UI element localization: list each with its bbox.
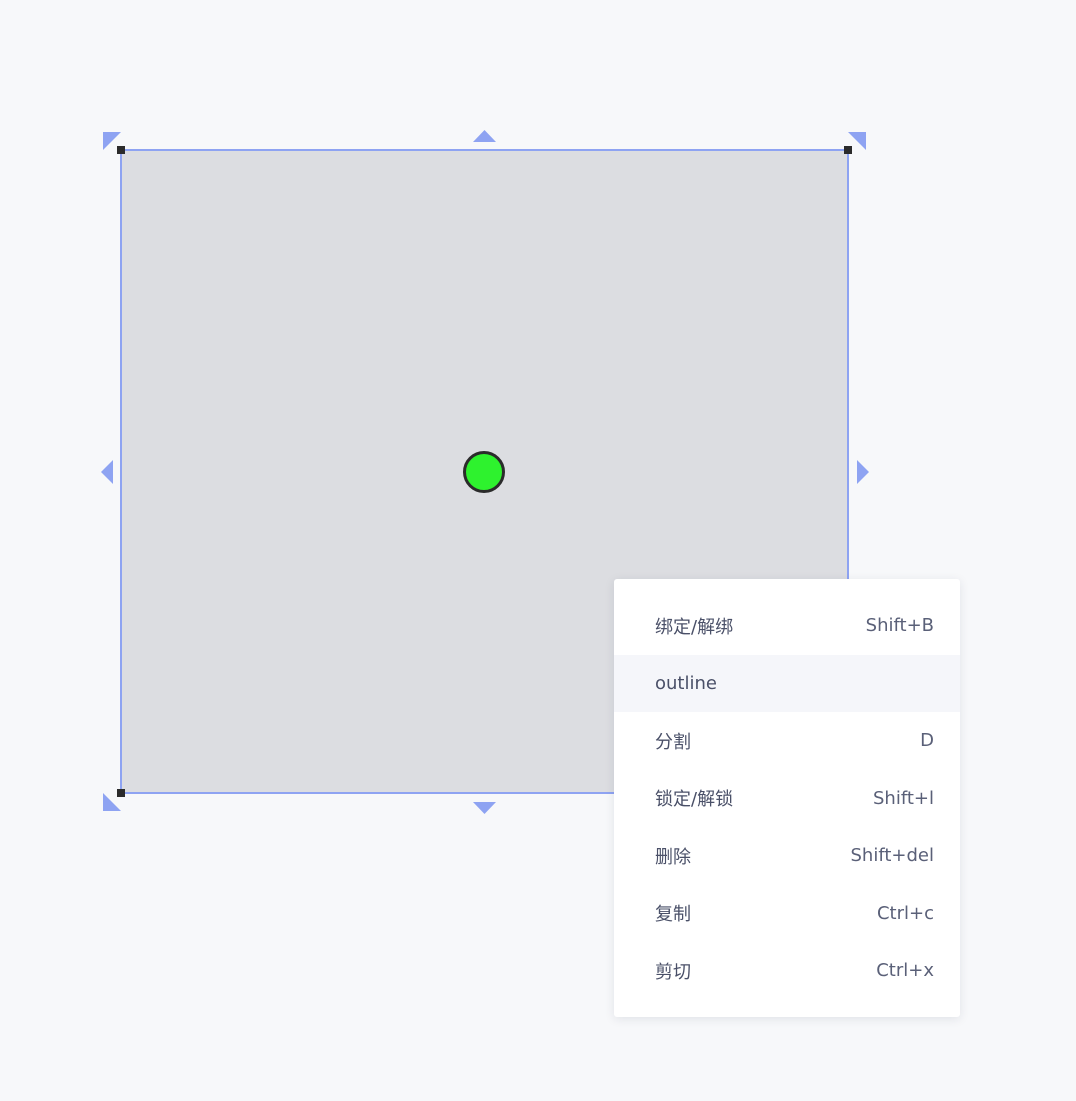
menu-item-shortcut: Shift+l (873, 787, 934, 809)
menu-item-label: 剪切 (655, 961, 691, 983)
corner-handle-top-right-icon[interactable] (844, 146, 852, 154)
menu-item-shortcut: Ctrl+x (876, 960, 934, 982)
menu-item-shortcut: Shift+del (850, 845, 935, 867)
resize-bottom-icon[interactable] (473, 802, 496, 814)
menu-item-lock-unlock[interactable]: 锁定/解锁 Shift+l (614, 770, 960, 828)
menu-item-label: 锁定/解锁 (655, 789, 734, 811)
menu-item-label: outline (655, 672, 717, 694)
menu-item-shortcut: Shift+B (865, 615, 934, 637)
corner-handle-bottom-left-icon[interactable] (117, 789, 125, 797)
resize-top-icon[interactable] (473, 130, 496, 142)
menu-item-shortcut: Ctrl+c (876, 902, 934, 924)
center-anchor-icon[interactable] (463, 451, 505, 493)
menu-item-label: 分割 (655, 731, 691, 753)
menu-item-shortcut: D (920, 730, 934, 752)
corner-handle-top-left-icon[interactable] (117, 146, 125, 154)
menu-item-label: 绑定/解绑 (655, 616, 734, 638)
context-menu: 绑定/解绑 Shift+B outline 分割 D 锁定/解锁 Shift+l… (614, 579, 960, 1017)
menu-item-cut[interactable]: 剪切 Ctrl+x (614, 942, 960, 1000)
menu-item-label: 删除 (655, 846, 691, 868)
menu-item-delete[interactable]: 删除 Shift+del (614, 827, 960, 885)
resize-right-icon[interactable] (857, 460, 869, 484)
menu-item-split[interactable]: 分割 D (614, 712, 960, 770)
menu-item-outline[interactable]: outline (614, 654, 960, 712)
menu-item-bind-unbind[interactable]: 绑定/解绑 Shift+B (614, 597, 960, 655)
menu-item-copy[interactable]: 复制 Ctrl+c (614, 885, 960, 943)
resize-left-icon[interactable] (101, 460, 113, 484)
menu-item-label: 复制 (655, 904, 691, 926)
